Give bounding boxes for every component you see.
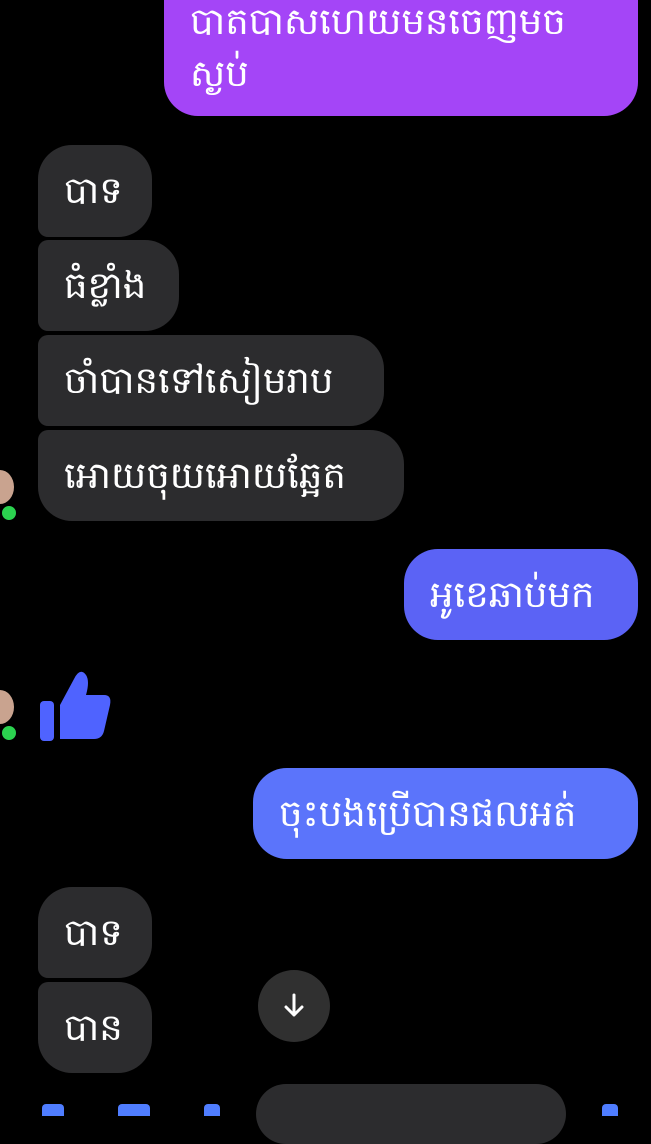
- incoming-message-4[interactable]: អោយចុយអោយឆ្អែត: [38, 430, 404, 521]
- message-input[interactable]: [256, 1084, 566, 1144]
- outgoing-message-2[interactable]: អូខេឆាប់មក: [404, 549, 638, 640]
- scroll-to-bottom-button[interactable]: [258, 970, 330, 1042]
- incoming-message-1[interactable]: បាទ: [38, 145, 152, 237]
- thumbs-up-icon[interactable]: [38, 665, 112, 745]
- incoming-message-5[interactable]: បាទ: [38, 887, 152, 978]
- composer-icon-1[interactable]: [42, 1104, 64, 1116]
- incoming-message-2[interactable]: ធំខ្លាំង: [38, 240, 179, 331]
- composer-icon-3[interactable]: [204, 1104, 220, 1116]
- online-status-dot-2: [0, 724, 18, 742]
- incoming-message-3[interactable]: ចាំបានទៅសៀមរាប: [38, 335, 384, 426]
- outgoing-message-1[interactable]: បាតបាសហេយមនចេញមច ស្ងប់: [164, 0, 638, 116]
- outgoing-message-3[interactable]: ចុះបងប្រើបានផលអត់: [253, 768, 638, 859]
- contact-avatar[interactable]: [0, 470, 14, 504]
- composer-icon-4[interactable]: [602, 1104, 618, 1116]
- contact-avatar-2[interactable]: [0, 690, 14, 724]
- online-status-dot: [0, 504, 18, 522]
- composer-icon-2[interactable]: [118, 1104, 150, 1116]
- arrow-down-icon: [284, 993, 304, 1017]
- incoming-message-6[interactable]: បាន: [38, 982, 152, 1073]
